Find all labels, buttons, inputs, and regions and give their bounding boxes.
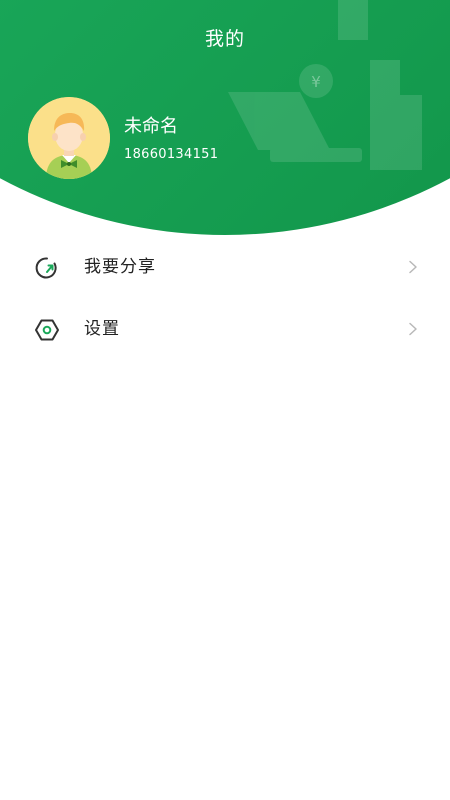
chevron-right-icon xyxy=(409,322,417,336)
menu-item-label: 我要分享 xyxy=(84,257,156,277)
menu-item-label: 设置 xyxy=(84,319,120,339)
chevron-right-icon xyxy=(409,260,417,274)
settings-menu: 我要分享 设置 xyxy=(0,236,450,360)
avatar-boy-icon xyxy=(28,97,110,179)
settings-icon xyxy=(35,319,59,341)
page-title: 我的 xyxy=(204,28,245,50)
menu-item-settings[interactable]: 设置 xyxy=(0,298,450,360)
profile-screen: ¥ 我的 未命名 18660134151 我要分享 设置 xyxy=(0,0,450,800)
menu-item-share[interactable]: 我要分享 xyxy=(0,236,450,298)
user-name: 未命名 xyxy=(124,116,178,137)
share-icon xyxy=(35,257,57,279)
profile-header: ¥ 我的 未命名 18660134151 xyxy=(0,0,450,240)
user-phone: 18660134151 xyxy=(124,147,219,162)
avatar[interactable] xyxy=(28,97,110,179)
